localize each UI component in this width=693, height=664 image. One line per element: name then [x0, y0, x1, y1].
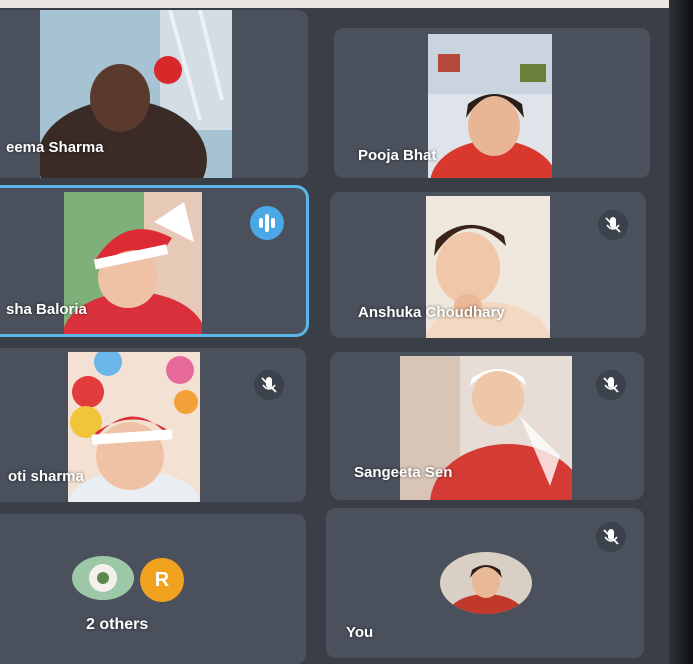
mic-off-icon [603, 529, 619, 545]
mic-off-icon [603, 377, 619, 393]
participant-name-3: sha Baloria [6, 301, 87, 318]
self-avatar [440, 552, 532, 614]
meeting-grid: eema Sharma Pooja Bhat sha Baloria Anshu… [0, 8, 669, 664]
video-frame-5 [68, 352, 200, 502]
participant-tile-6[interactable]: Sangeeta Sen [330, 352, 644, 500]
video-frame-2 [428, 34, 552, 178]
participant-name-2: Pooja Bhat [358, 147, 437, 164]
self-label: You [346, 624, 374, 641]
participant-name-5: oti sharma [8, 468, 84, 485]
window-right-edge [669, 0, 693, 664]
profile-photo-icon [72, 556, 134, 600]
others-avatar-photo [72, 556, 134, 600]
mute-indicator-5 [254, 370, 284, 400]
speaking-indicator [250, 206, 284, 240]
mute-indicator-self [596, 522, 626, 552]
participant-name-1: eema Sharma [6, 139, 104, 156]
participant-video-2 [428, 34, 552, 178]
mic-off-icon [261, 377, 277, 393]
mute-indicator-6 [596, 370, 626, 400]
others-avatar-letter: R [140, 558, 184, 602]
participant-tile-4[interactable]: Anshuka Choudhary [330, 192, 646, 338]
participant-tile-1[interactable]: eema Sharma [0, 10, 308, 178]
mute-indicator-4 [598, 210, 628, 240]
participant-name-4: Anshuka Choudhary [358, 304, 505, 321]
self-tile[interactable]: You [326, 508, 644, 658]
audio-wave-icon [259, 214, 275, 232]
participant-tile-5[interactable]: oti sharma [0, 348, 306, 502]
participant-tile-2[interactable]: Pooja Bhat [334, 28, 650, 178]
others-label: 2 others [86, 616, 149, 633]
mic-off-icon [605, 217, 621, 233]
others-tile[interactable]: R 2 others [0, 514, 306, 664]
profile-photo-icon [440, 552, 532, 614]
participant-video-5 [68, 352, 200, 502]
participant-tile-3[interactable]: sha Baloria [0, 188, 306, 334]
participant-name-6: Sangeeta Sen [354, 464, 453, 481]
